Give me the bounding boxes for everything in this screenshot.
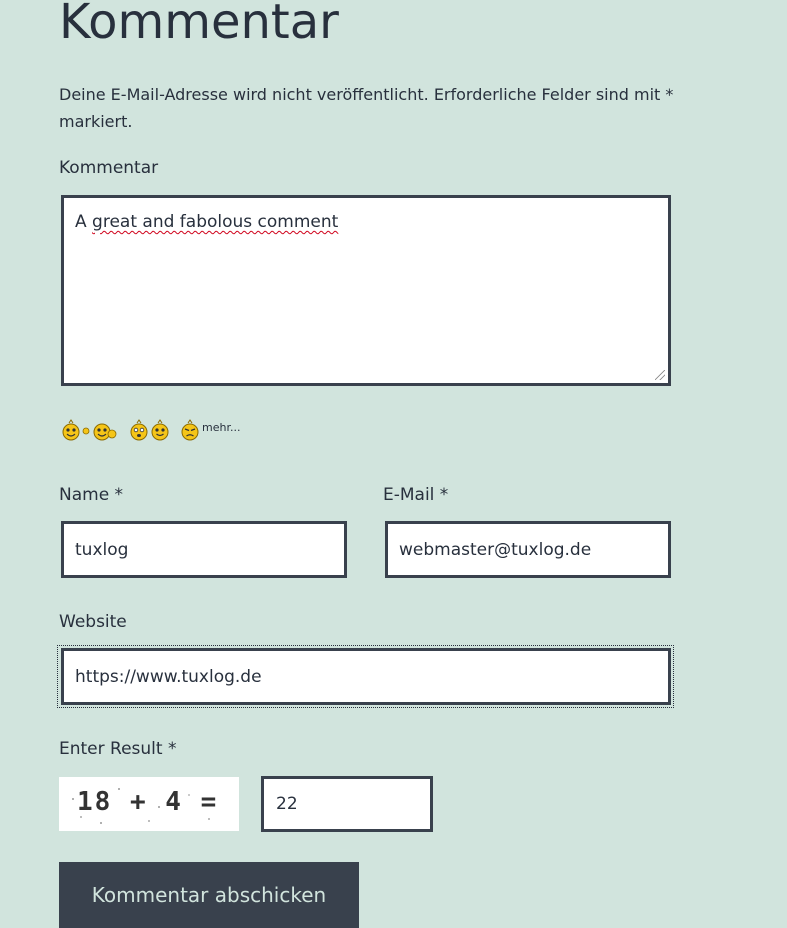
submit-button[interactable]: Kommentar abschicken xyxy=(59,862,359,928)
captcha-label: Enter Result * xyxy=(59,739,177,759)
website-label: Website xyxy=(59,612,127,632)
thumbs-smiley-icon[interactable] xyxy=(92,421,118,443)
more-smilies-link[interactable]: mehr... xyxy=(202,421,240,434)
comment-notes: Deine E-Mail-Adresse wird nicht veröffen… xyxy=(59,85,674,131)
captcha-text: 18 + 4 = xyxy=(77,787,219,817)
comment-label: Kommentar xyxy=(59,158,159,178)
email-value: webmaster@tuxlog.de xyxy=(399,540,592,560)
comment-text: A great and fabolous comment xyxy=(75,212,339,232)
waving-smiley-icon[interactable] xyxy=(61,418,91,442)
name-label: Name * xyxy=(59,485,124,505)
surprised-smiley-icon[interactable] xyxy=(129,418,149,442)
smiling-smiley-icon[interactable] xyxy=(150,418,170,442)
page-title: Kommentar xyxy=(59,0,339,50)
confused-smiley-icon[interactable] xyxy=(180,418,200,442)
name-field[interactable]: tuxlog xyxy=(61,521,347,578)
captcha-image: 18 + 4 = xyxy=(59,777,239,831)
website-value: https://www.tuxlog.de xyxy=(75,667,262,687)
captcha-answer-field[interactable]: 22 xyxy=(261,776,433,832)
resize-handle[interactable] xyxy=(655,370,665,380)
comment-textarea[interactable]: A great and fabolous comment xyxy=(61,195,671,386)
name-value: tuxlog xyxy=(75,540,129,560)
email-label: E-Mail * xyxy=(383,485,449,505)
email-field[interactable]: webmaster@tuxlog.de xyxy=(385,521,671,578)
website-field[interactable]: https://www.tuxlog.de xyxy=(61,648,671,705)
captcha-answer-value: 22 xyxy=(276,794,298,814)
